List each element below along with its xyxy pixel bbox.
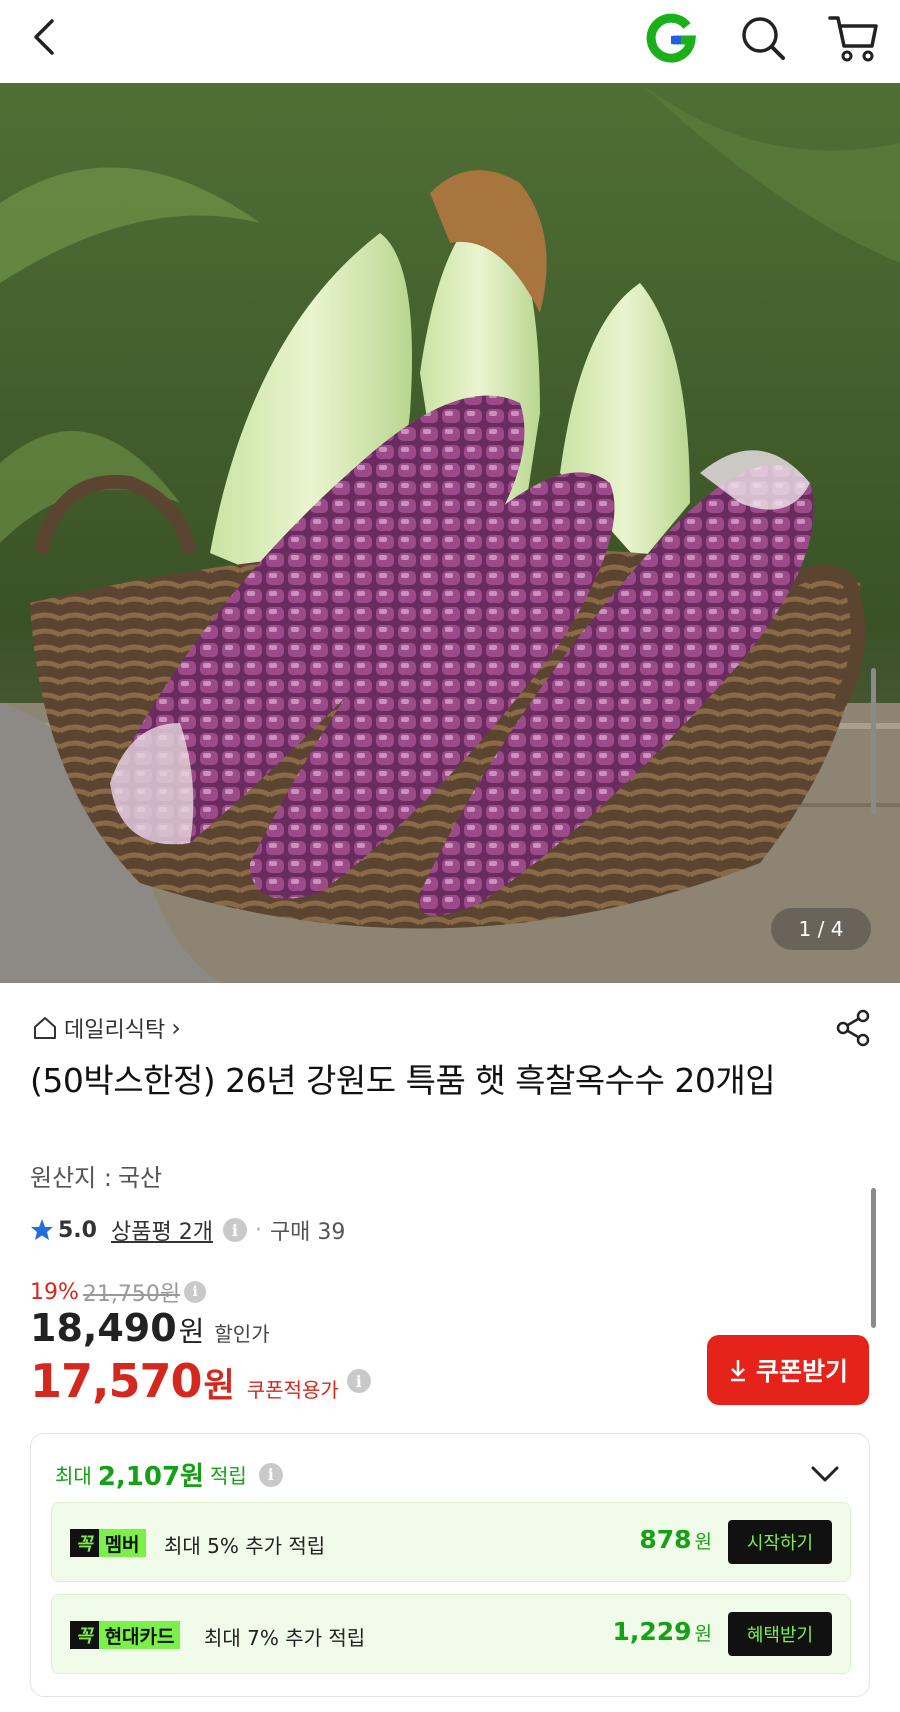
reward-expand-button[interactable] <box>807 1460 843 1488</box>
benefit-points: 878 원 <box>639 1525 712 1554</box>
share-button[interactable] <box>834 1008 874 1048</box>
member-badge: 꼭 멤버 <box>70 1529 146 1557</box>
download-icon <box>730 1360 745 1382</box>
chevron-left-icon <box>34 19 54 55</box>
reward-amount: 2,107원 <box>97 1462 204 1492</box>
origin-label: 원산지 : <box>30 1164 112 1192</box>
info-icon[interactable]: i <box>222 1218 247 1242</box>
price-info-icon[interactable]: i <box>184 1281 207 1303</box>
product-title: (50박스한정) 26년 강원도 특품 햇 흑찰옥수수 20개입 <box>30 1061 776 1100</box>
sale-price-row: 18,490 원 할인가 <box>30 1306 270 1350</box>
search-icon <box>742 17 785 60</box>
corn-basket-photo <box>0 83 900 983</box>
benefit-desc: 최대 7% 추가 적립 <box>204 1626 366 1650</box>
cart-icon <box>828 16 878 62</box>
home-icon <box>34 1017 56 1039</box>
image-page-indicator: 1 / 4 <box>771 908 871 950</box>
benefit-points: 1,229 원 <box>612 1617 712 1646</box>
scrollbar[interactable] <box>871 668 876 814</box>
badge-text: 현대카드 <box>98 1621 181 1649</box>
get-benefit-button[interactable]: 혜택받기 <box>728 1612 832 1656</box>
store-link[interactable]: 데일리식탁 › <box>32 1012 181 1044</box>
discount-percent: 19% <box>30 1279 79 1305</box>
search-button[interactable] <box>737 12 789 64</box>
discount-row: 19% 21,750원 i <box>30 1276 207 1308</box>
get-coupon-label: 쿠폰받기 <box>755 1358 848 1386</box>
coupon-info-icon[interactable]: i <box>346 1369 371 1393</box>
start-button[interactable]: 시작하기 <box>728 1520 832 1564</box>
g-logo-button[interactable] <box>645 12 697 64</box>
origin-value: 국산 <box>117 1164 163 1192</box>
benefit-card: 꼭 현대카드 최대 7% 추가 적립 1,229 원 혜택받기 <box>51 1594 851 1674</box>
cart-button[interactable] <box>826 10 882 66</box>
rating-row: 5.0 상품평 2개 i · 구매 39 <box>30 1214 345 1246</box>
reward-suffix: 적립 <box>209 1464 247 1488</box>
original-price: 21,750원 <box>82 1282 181 1307</box>
reward-prefix: 최대 <box>55 1464 92 1488</box>
purchase-count: 구매 39 <box>269 1220 346 1245</box>
points-value: 1,229 <box>612 1617 692 1646</box>
get-coupon-button[interactable]: 쿠폰받기 <box>707 1335 869 1405</box>
card-badge: 꼭 현대카드 <box>70 1621 181 1649</box>
reward-panel: 최대 2,107원 적립 i 꼭 멤버 최대 5% 추가 적립 878 원 시작… <box>30 1433 870 1697</box>
badge-text: 멤버 <box>98 1529 146 1557</box>
chevron-down-icon <box>811 1466 839 1482</box>
points-unit: 원 <box>694 1531 712 1553</box>
sale-price: 18,490 <box>30 1306 177 1350</box>
sale-price-label: 할인가 <box>214 1322 270 1346</box>
benefit-member: 꼭 멤버 최대 5% 추가 적립 878 원 시작하기 <box>51 1502 851 1582</box>
coupon-price-label: 쿠폰적용가 <box>246 1378 339 1402</box>
sale-price-unit: 원 <box>178 1315 205 1348</box>
coupon-price-row: 17,570 원 쿠폰적용가 i <box>30 1354 371 1408</box>
rating-score: 5.0 <box>58 1217 97 1243</box>
coupon-price: 17,570 <box>30 1354 203 1408</box>
points-unit: 원 <box>694 1623 712 1645</box>
store-name: 데일리식탁 <box>64 1018 166 1043</box>
coupon-price-unit: 원 <box>203 1366 235 1406</box>
star-icon <box>31 1219 53 1240</box>
badge-mark: 꼭 <box>70 1621 99 1649</box>
back-button[interactable] <box>22 14 68 60</box>
product-image[interactable] <box>0 83 900 983</box>
reward-summary: 최대 2,107원 적립 i <box>55 1456 283 1493</box>
g-logo-icon <box>646 13 696 63</box>
review-link[interactable]: 상품평 2개 <box>111 1214 213 1246</box>
share-icon <box>836 1009 870 1047</box>
badge-mark: 꼭 <box>70 1529 99 1557</box>
points-value: 878 <box>639 1525 692 1554</box>
reward-info-icon[interactable]: i <box>258 1462 283 1487</box>
scrollbar-lower[interactable] <box>871 1188 876 1328</box>
origin-info: 원산지 : 국산 <box>30 1158 162 1193</box>
store-arrow: › <box>171 1014 181 1042</box>
separator-dot: · <box>254 1217 262 1243</box>
top-bar <box>0 0 900 83</box>
benefit-desc: 최대 5% 추가 적립 <box>164 1534 326 1558</box>
